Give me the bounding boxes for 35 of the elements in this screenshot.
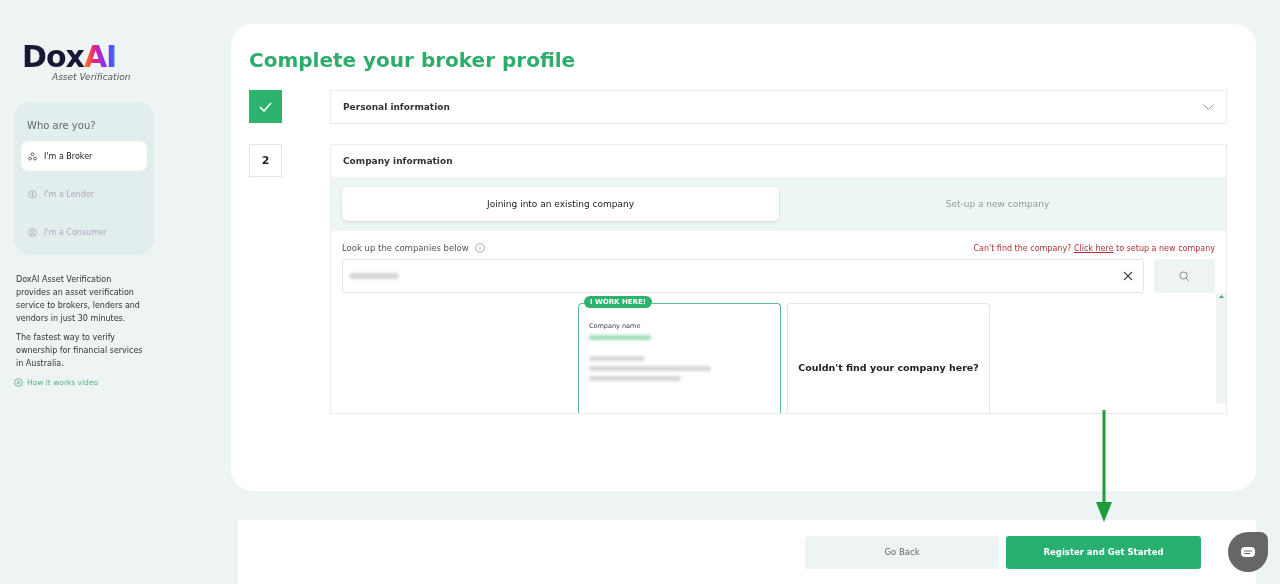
about-text: DoxAI Asset Verification provides an asset verification service to brokers, lenders and vendors in just 30 minutes.	[16, 274, 141, 325]
chat-icon	[1240, 546, 1256, 558]
chevron-down-icon	[1203, 104, 1214, 110]
step-number: 2	[249, 144, 282, 177]
role-label: I'm a Broker	[44, 151, 93, 161]
search-icon	[1179, 270, 1190, 282]
about-text: The fastest way to verify ownership for financial services in Australia.	[16, 332, 144, 370]
role-picker-title: Who are you?	[27, 120, 97, 131]
clear-icon[interactable]	[1123, 271, 1133, 281]
role-option[interactable]: I'm a Broker	[21, 141, 147, 171]
people-icon	[28, 151, 37, 161]
scroll-up-icon	[1218, 293, 1224, 301]
logo-wordmark: DoxAI	[22, 42, 117, 72]
section-title: Personal information	[343, 102, 450, 112]
setup-link[interactable]: Click here	[1073, 243, 1114, 253]
back-button[interactable]: Go Back	[805, 535, 999, 569]
not-found-text: Couldn't find your company here?	[798, 362, 979, 373]
play-icon	[14, 378, 23, 387]
section-header[interactable]: Company information	[331, 145, 1226, 177]
info-icon	[474, 243, 485, 253]
missing-company-note: Can't find the company? Click here to setup a new company	[973, 243, 1215, 253]
search-button[interactable]	[1154, 259, 1215, 293]
lookup-label: Look up the companies below	[342, 243, 469, 253]
dollar-icon	[28, 189, 37, 199]
scrollbar[interactable]	[1216, 293, 1226, 403]
section-title: Company information	[343, 156, 453, 166]
logo-subtitle: Asset Verification	[52, 72, 131, 82]
check-icon	[259, 101, 272, 112]
company-card[interactable]: Couldn't find your company here?	[787, 303, 990, 413]
chat-button[interactable]	[1228, 532, 1268, 572]
section-header[interactable]: Personal information	[331, 91, 1226, 123]
tab[interactable]: Joining into an existing company	[342, 187, 779, 221]
user-icon	[28, 227, 37, 237]
page-title: Complete your broker profile	[249, 48, 577, 72]
search-field[interactable]	[342, 259, 1144, 293]
